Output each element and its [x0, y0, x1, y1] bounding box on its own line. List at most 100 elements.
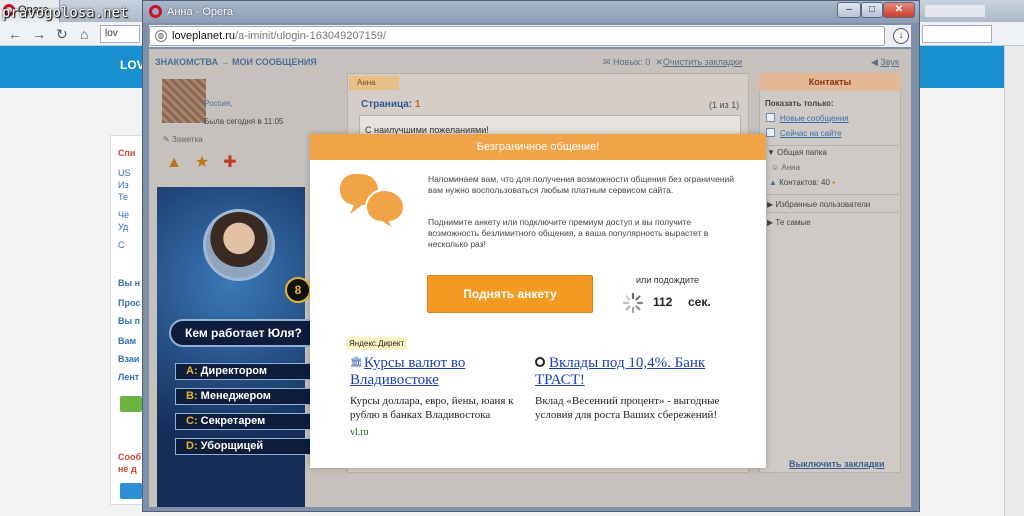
quiz-answer[interactable]: D: Уборщицей [175, 438, 315, 455]
filter-new-checkbox[interactable] [766, 113, 775, 122]
background-left-text: Из [118, 180, 129, 190]
address-bar[interactable]: ◍ loveplanet.ru/a-iminit/ulogin-16304920… [149, 26, 885, 46]
star-icon[interactable]: ★ [193, 154, 211, 172]
globe-icon: ◍ [155, 30, 167, 42]
background-left-text: С [118, 240, 125, 250]
divider [761, 212, 899, 213]
page-label: Страница: [361, 99, 413, 110]
background-left-text: Вы п [118, 316, 141, 326]
background-left-text: Те [118, 192, 128, 202]
new-count: Новых: 0 [613, 57, 651, 67]
popup-title: Анна - Opera [167, 6, 233, 18]
stats-bar: ✉ Новых: 0 ✕Очистить закладки [603, 57, 742, 68]
quiz-answer-text: Секретарем [200, 415, 266, 427]
profile-note-link[interactable]: ✎ Заметка [163, 135, 203, 144]
popup-titlebar[interactable] [143, 1, 919, 23]
folder-common-label: Общая папка [777, 148, 827, 157]
folder-those-label: Те самые [775, 218, 811, 227]
popup-page: ЗНАКОМСТВА → МОИ СООБЩЕНИЯ ✉ Новых: 0 ✕О… [149, 49, 911, 507]
quiz-banner[interactable]: 8 Кем работает Юля? A: Директором B: Мен… [157, 187, 319, 507]
reload-icon[interactable]: ↻ [56, 26, 68, 43]
popup-window: Анна - Opera – □ ✕ ◍ loveplanet.ru/a-imi… [142, 0, 920, 512]
contacts-header: Контакты [759, 73, 901, 91]
contact-anna[interactable]: ☺ Анна [771, 163, 800, 172]
home-icon[interactable]: ⌂ [80, 26, 88, 42]
filter-online-checkbox[interactable] [766, 128, 775, 137]
download-icon[interactable]: ↓ [893, 28, 909, 44]
background-left-text: Уд [118, 222, 129, 232]
ad-description: Вклад «Весенний процент» - выгодные усло… [535, 395, 720, 421]
filter-online-label[interactable]: Сейчас на сайте [780, 129, 842, 138]
unlimited-chat-modal: Безграничное общение! Напоминаем вам, чт… [310, 134, 766, 468]
quiz-answer-letter: C: [186, 415, 198, 427]
quiz-answer[interactable]: B: Менеджером [175, 388, 315, 405]
modal-paragraph: Поднимите анкету или подключите премиум … [428, 217, 709, 249]
quiz-answer-letter: A: [186, 365, 198, 377]
background-window-controls[interactable] [925, 5, 985, 17]
folder-favorites[interactable]: ▶ Избранные пользователи [767, 200, 870, 209]
divider [761, 145, 899, 146]
maximize-button[interactable]: □ [861, 2, 883, 18]
ad-title[interactable]: Курсы валют во Владивостоке [350, 355, 520, 389]
sound-label: Звук [880, 57, 899, 67]
background-left-text: Вы н [118, 278, 141, 288]
ad-description: Курсы доллара, евро, йены, юаня к рублю … [350, 395, 514, 421]
quiz-answer-text: Менеджером [200, 390, 271, 402]
clear-icon: ✕ [655, 57, 663, 67]
spinner-icon [622, 292, 644, 314]
user-icon: ☺ [771, 163, 782, 172]
page-count: (1 из 1) [709, 100, 740, 110]
show-only-label: Показать только: [765, 99, 834, 108]
mail-icon: ✉ [603, 57, 614, 67]
quiz-answer[interactable]: C: Секретарем [175, 413, 315, 430]
background-scrollbar[interactable] [1004, 46, 1024, 516]
url-text: loveplanet.ru/a-iminit/ulogin-1630492071… [172, 30, 386, 42]
background-left-text: Взаи [118, 354, 140, 364]
url-path: /a-iminit/ulogin-163049207159/ [235, 30, 387, 42]
disable-bookmarks-link[interactable]: Выключить закладки [789, 459, 885, 469]
countdown-value: 112 [653, 295, 673, 309]
background-green-button[interactable] [120, 396, 142, 412]
quiz-avatar [203, 209, 275, 281]
background-site-logo: LOV [120, 58, 145, 72]
ad-title[interactable]: Вклады под 10,4%. Банк ТРАСТ! [535, 355, 725, 389]
gift-icon[interactable]: ✚ [221, 154, 239, 172]
page-number[interactable]: 1 [415, 99, 421, 110]
sound-toggle[interactable]: ◀ Звук [871, 57, 899, 68]
folder-common[interactable]: ▼ Общая папка [767, 148, 827, 157]
folder-those[interactable]: ▶ Те самые [767, 218, 811, 227]
ad-domain[interactable]: vl.ru [350, 427, 369, 438]
clear-bookmarks-link[interactable]: Очистить закладки [663, 57, 742, 67]
minimize-button[interactable]: – [837, 2, 861, 18]
divider [761, 194, 899, 195]
modal-paragraph: Напоминаем вам, что для получения возмож… [428, 174, 735, 195]
filter-new-label[interactable]: Новые сообщения [780, 114, 849, 123]
forward-icon[interactable]: → [32, 26, 46, 42]
chevron-down-icon: ▼ [767, 148, 778, 157]
quiz-number: 8 [285, 277, 311, 303]
raise-profile-button[interactable]: Поднять анкету [427, 275, 593, 313]
quiz-answer-text: Директором [200, 365, 268, 377]
tab-anna[interactable]: Анна [349, 76, 399, 90]
background-left-text: Сооб [118, 452, 142, 462]
background-blue-button[interactable] [120, 483, 142, 499]
breadcrumb[interactable]: ЗНАКОМСТВА → МОИ СООБЩЕНИЯ [155, 57, 317, 67]
quiz-answer[interactable]: A: Директором [175, 363, 315, 380]
background-left-text: Вам [118, 336, 137, 346]
quiz-question: Кем работает Юля? [169, 319, 319, 347]
background-search-box[interactable] [922, 25, 992, 43]
profile-photo[interactable] [162, 79, 206, 123]
contacts-count-label: Контактов: 40 [779, 178, 830, 187]
raise-arrow-icon[interactable]: ▲ [165, 154, 183, 172]
chat-bubbles-icon [340, 174, 406, 230]
close-button[interactable]: ✕ [883, 2, 915, 18]
profile-city: Россия, [204, 99, 233, 108]
back-icon[interactable]: ← [8, 26, 22, 42]
background-left-text: US [118, 168, 131, 178]
background-address-bar[interactable]: lov [100, 25, 140, 43]
quiz-answer-text: Уборщицей [200, 440, 264, 452]
wait-label: или подождите [636, 275, 699, 285]
profile-note-label: Заметка [171, 135, 203, 144]
url-host: loveplanet.ru [172, 30, 235, 42]
yandex-direct-badge[interactable]: Яндекс.Директ [346, 337, 408, 350]
